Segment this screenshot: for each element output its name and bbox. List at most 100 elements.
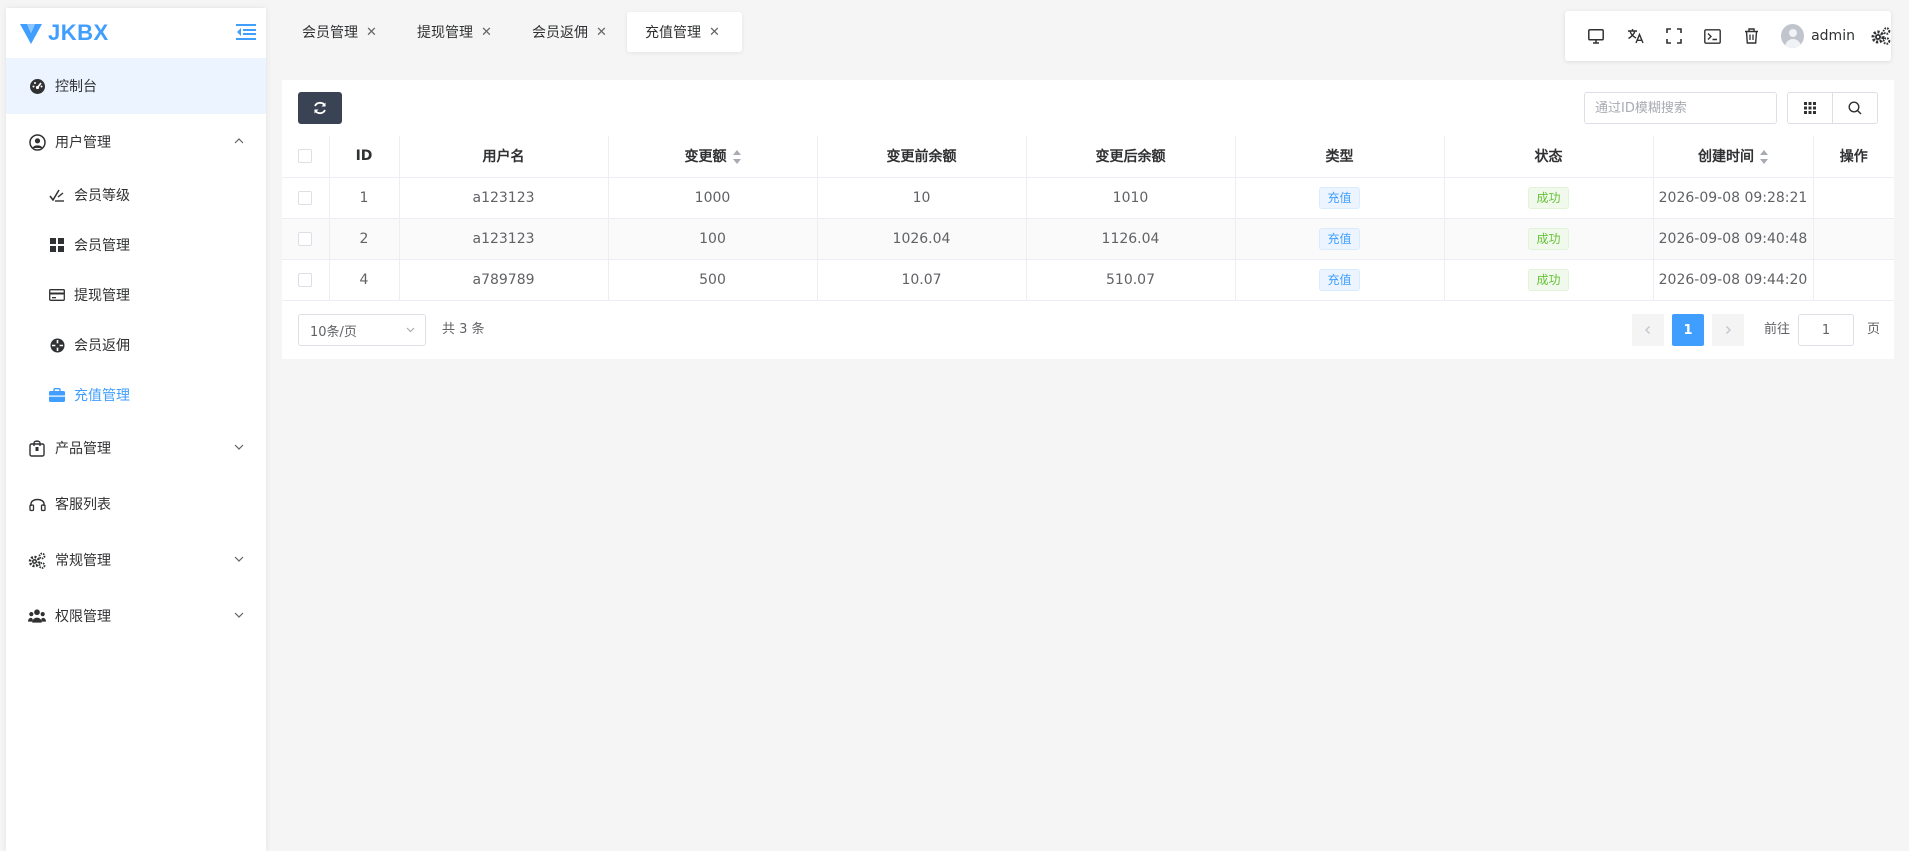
cell-type: 充值 (1235, 259, 1445, 301)
sidebar-item-dashboard[interactable]: 控制台 (6, 58, 266, 114)
tab-label: 充值管理 (645, 25, 701, 41)
column-header-username: 用户名 (399, 136, 609, 178)
sidebar-item-label: 用户管理 (55, 135, 111, 151)
goto-page-input[interactable] (1798, 314, 1854, 346)
logo[interactable]: JKBX (6, 8, 266, 58)
advanced-search-button[interactable] (1832, 93, 1877, 123)
cell-status: 成功 (1444, 218, 1654, 260)
sidebar-item-recharge-management[interactable]: 充值管理 (6, 370, 266, 420)
row-checkbox[interactable] (298, 272, 313, 287)
search-input[interactable] (1584, 92, 1777, 124)
cell-status: 成功 (1444, 177, 1654, 219)
select-all-cell (282, 136, 330, 178)
next-page-button[interactable] (1712, 314, 1744, 346)
close-icon[interactable]: ✕ (709, 25, 720, 40)
cell-id: 2 (329, 218, 400, 260)
cell-username: a123123 (399, 177, 609, 219)
tab-label: 会员管理 (302, 25, 358, 41)
column-header-created[interactable]: 创建时间 (1653, 136, 1814, 178)
refresh-button[interactable] (298, 92, 342, 124)
page-number-button[interactable]: 1 (1672, 314, 1704, 346)
tab-label: 提现管理 (417, 25, 473, 41)
sidebar-item-withdraw-management[interactable]: 提现管理 (6, 270, 266, 320)
briefcase-icon (49, 387, 65, 403)
column-header-label: 创建时间 (1698, 149, 1754, 166)
row-select-cell (282, 218, 330, 260)
tab-member-management[interactable]: 会员管理 ✕ (284, 12, 395, 52)
select-all-checkbox[interactable] (298, 149, 313, 164)
trash-icon[interactable] (1732, 21, 1771, 51)
page-size-select[interactable]: 10条/页 (298, 314, 426, 346)
sidebar-item-label: 控制台 (55, 79, 97, 95)
status-badge: 成功 (1528, 268, 1569, 291)
close-icon[interactable]: ✕ (596, 25, 607, 40)
table-row[interactable]: 1 a123123 1000 10 1010 充值 成功 2026-09-08 … (282, 177, 1894, 219)
terminal-icon[interactable] (1693, 21, 1732, 51)
cell-amount: 1000 (608, 177, 818, 219)
refresh-icon (314, 101, 326, 115)
credit-card-icon (49, 287, 65, 303)
column-toggle-button[interactable] (1788, 93, 1832, 123)
row-checkbox[interactable] (298, 190, 313, 205)
menu-collapse-icon[interactable] (236, 23, 256, 41)
sidebar-item-general-management[interactable]: 常规管理 (6, 532, 266, 588)
column-header-before-balance: 变更前余额 (817, 136, 1027, 178)
cell-id: 4 (329, 259, 400, 301)
chevron-down-icon (234, 556, 244, 562)
chevron-left-icon (1645, 326, 1650, 334)
row-select-cell (282, 259, 330, 301)
fullscreen-icon[interactable] (1655, 21, 1694, 51)
monitor-icon[interactable] (1577, 21, 1616, 51)
chevron-down-icon (406, 327, 415, 333)
sidebar-item-member-level[interactable]: 会员等级 (6, 170, 266, 220)
username[interactable]: admin (1811, 28, 1855, 44)
table-header-row: ID 用户名 变更额 变更前余额 变更后余额 类型 状态 创建时间 操作 (282, 136, 1894, 178)
row-checkbox[interactable] (298, 231, 313, 246)
sidebar-menu: 控制台 用户管理 会员等级 会员管理 提现管理 会员返佣 充值管理 产品管理 客… (6, 58, 266, 644)
close-icon[interactable]: ✕ (366, 25, 377, 40)
chevron-down-icon (234, 444, 244, 450)
tab-recharge-management[interactable]: 充值管理 ✕ (627, 12, 742, 52)
sidebar-item-user-management[interactable]: 用户管理 (6, 114, 266, 170)
recharge-table: ID 用户名 变更额 变更前余额 变更后余额 类型 状态 创建时间 操作 1 a… (282, 136, 1894, 301)
sidebar-item-label: 会员返佣 (74, 338, 130, 354)
sidebar-item-member-management[interactable]: 会员管理 (6, 220, 266, 270)
sidebar: JKBX 控制台 用户管理 会员等级 会员管理 提现管理 会员返佣 充值管理 产… (6, 8, 266, 851)
tab-member-rebate[interactable]: 会员返佣 ✕ (514, 12, 625, 52)
cell-actions (1813, 259, 1894, 301)
cell-type: 充值 (1235, 177, 1445, 219)
sidebar-item-product-management[interactable]: 产品管理 (6, 420, 266, 476)
avatar[interactable] (1780, 24, 1805, 48)
chevron-up-icon (234, 138, 244, 144)
sidebar-item-member-rebate[interactable]: 会员返佣 (6, 320, 266, 370)
sidebar-item-label: 会员等级 (74, 188, 130, 204)
sidebar-item-label: 权限管理 (55, 609, 111, 625)
table-row[interactable]: 4 a789789 500 10.07 510.07 充值 成功 2026-09… (282, 259, 1894, 301)
sort-icon[interactable] (732, 150, 741, 165)
cell-id: 1 (329, 177, 400, 219)
headset-icon (28, 495, 46, 513)
cell-status: 成功 (1444, 259, 1654, 301)
prev-page-button[interactable] (1632, 314, 1664, 346)
table-row[interactable]: 2 a123123 100 1026.04 1126.04 充值 成功 2026… (282, 218, 1894, 260)
column-header-amount[interactable]: 变更额 (608, 136, 818, 178)
logo-text: JKBX (48, 20, 109, 45)
sidebar-item-customer-service[interactable]: 客服列表 (6, 476, 266, 532)
close-icon[interactable]: ✕ (481, 25, 492, 40)
rebate-icon (49, 337, 65, 353)
type-tag: 充值 (1319, 268, 1360, 291)
table-tools (1787, 92, 1878, 124)
page-suffix-label: 页 (1867, 322, 1881, 337)
tab-withdraw-management[interactable]: 提现管理 ✕ (399, 12, 510, 52)
sidebar-item-label: 客服列表 (55, 497, 111, 513)
sidebar-item-label: 产品管理 (55, 441, 111, 457)
sort-icon[interactable] (1760, 150, 1768, 165)
header-toolbar: admin (1565, 11, 1891, 61)
translate-icon[interactable] (1616, 21, 1655, 51)
cell-before-balance: 10 (817, 177, 1027, 219)
type-tag: 充值 (1319, 227, 1360, 250)
settings-gears-icon[interactable] (1871, 27, 1891, 45)
column-header-label: 变更额 (684, 149, 727, 166)
sidebar-item-permission-management[interactable]: 权限管理 (6, 588, 266, 644)
level-icon (49, 187, 65, 203)
